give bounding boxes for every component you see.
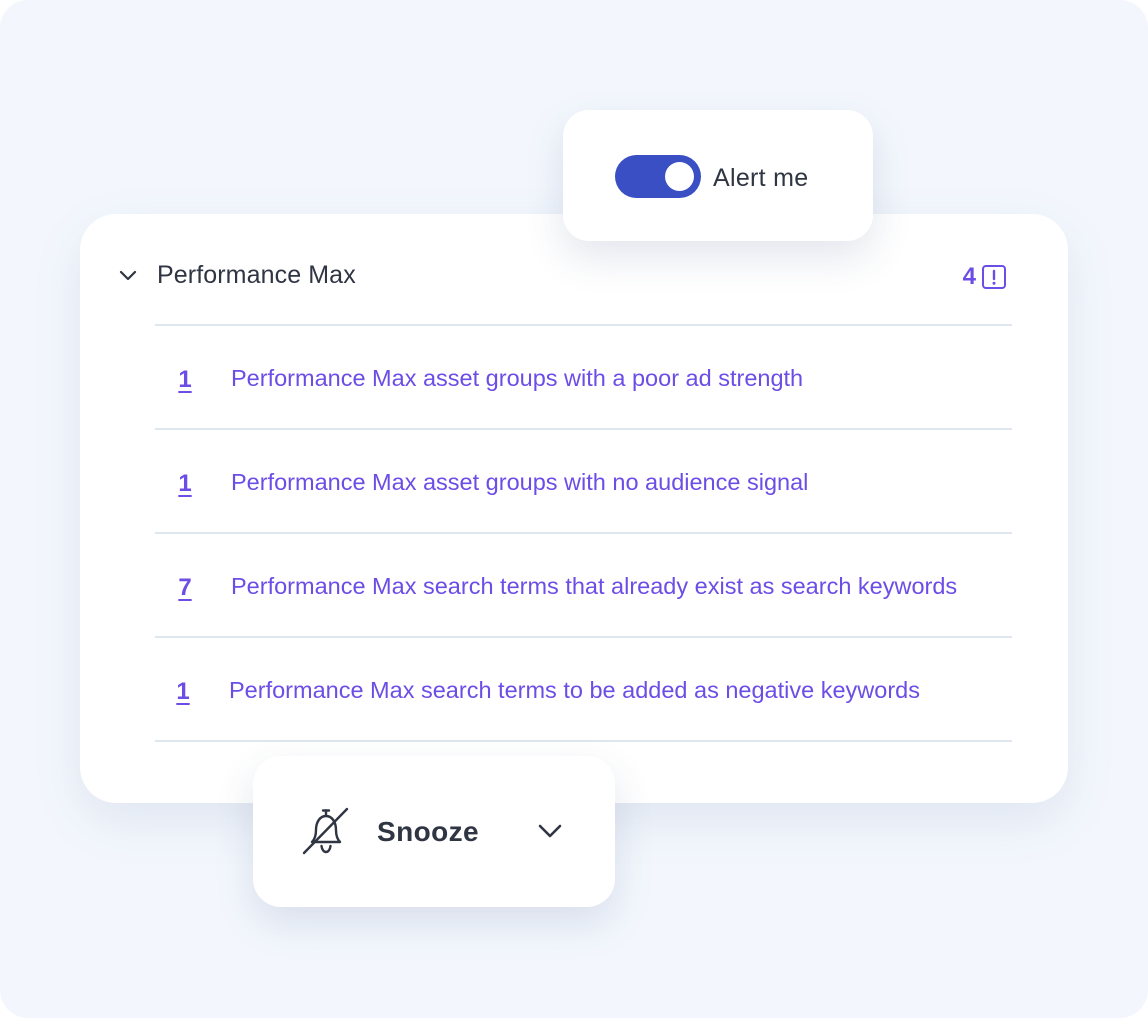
item-count-link[interactable]: 7 bbox=[173, 574, 197, 602]
background-panel: Performance Max 4 1 Performance Max asse… bbox=[0, 0, 1148, 1018]
item-count-link[interactable]: 1 bbox=[173, 366, 197, 394]
item-count-link[interactable]: 1 bbox=[171, 678, 195, 706]
bell-off-icon bbox=[302, 807, 349, 855]
chevron-down-icon bbox=[538, 824, 562, 838]
list-item[interactable]: 1 Performance Max search terms to be add… bbox=[155, 638, 1012, 740]
item-label[interactable]: Performance Max search terms to be added… bbox=[229, 677, 920, 704]
alert-me-label[interactable]: Alert me bbox=[713, 164, 808, 193]
list-item[interactable]: 1 Performance Max asset groups with no a… bbox=[155, 430, 1012, 532]
list-item[interactable]: 7 Performance Max search terms that alre… bbox=[155, 534, 1012, 636]
list-item[interactable]: 1 Performance Max asset groups with a po… bbox=[155, 326, 1012, 428]
alert-toggle-card: Alert me bbox=[563, 110, 873, 241]
exclamation-square-icon bbox=[982, 265, 1006, 289]
toggle-knob bbox=[665, 162, 694, 191]
performance-max-card: Performance Max 4 1 Performance Max asse… bbox=[80, 214, 1068, 803]
snooze-dropdown-button[interactable]: Snooze bbox=[253, 756, 615, 907]
item-label[interactable]: Performance Max asset groups with no aud… bbox=[231, 469, 808, 496]
group-alert-count: 4 bbox=[962, 263, 976, 290]
item-label[interactable]: Performance Max asset groups with a poor… bbox=[231, 365, 803, 392]
chevron-down-icon[interactable] bbox=[116, 264, 140, 288]
divider bbox=[155, 740, 1012, 742]
item-label[interactable]: Performance Max search terms that alread… bbox=[231, 573, 957, 600]
alert-me-toggle[interactable] bbox=[615, 155, 701, 198]
group-title: Performance Max bbox=[157, 261, 356, 289]
alert-list: 1 Performance Max asset groups with a po… bbox=[155, 324, 1012, 742]
snooze-label: Snooze bbox=[377, 816, 479, 847]
item-count-link[interactable]: 1 bbox=[173, 470, 197, 498]
